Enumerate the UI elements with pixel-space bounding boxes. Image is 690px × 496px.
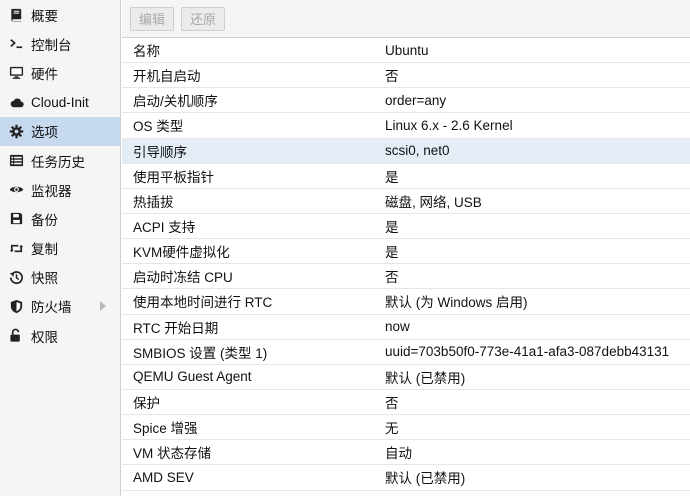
option-value: 否: [385, 69, 399, 85]
option-row[interactable]: 开机自启动 否: [122, 63, 690, 89]
option-row[interactable]: 使用平板指针 是: [122, 164, 690, 189]
option-value: order=any: [385, 92, 447, 108]
sidebar-item[interactable]: 备份: [0, 204, 120, 233]
option-value: 是: [385, 245, 399, 261]
option-name: RTC 开始日期: [133, 320, 219, 336]
shield-icon: [8, 298, 24, 314]
option-row[interactable]: VM 状态存储 自动: [122, 440, 690, 466]
option-name: 热插拔: [133, 194, 174, 210]
revert-button[interactable]: 还原: [181, 6, 226, 31]
option-name: 保护: [133, 396, 160, 412]
sidebar-item[interactable]: 快照: [0, 263, 120, 292]
option-value: scsi0, net0: [385, 143, 450, 159]
option-name: 使用平板指针: [133, 169, 214, 185]
option-row[interactable]: KVM硬件虚拟化 是: [122, 239, 690, 265]
option-name: 名称: [133, 44, 160, 60]
option-row[interactable]: 热插拔 磁盘, 网络, USB: [122, 189, 690, 214]
gear-icon: [8, 123, 24, 139]
option-row[interactable]: AMD SEV 默认 (已禁用): [122, 465, 690, 491]
option-value: 否: [385, 396, 399, 412]
option-value: Linux 6.x - 2.6 Kernel: [385, 117, 513, 133]
option-name: 启动/关机顺序: [133, 94, 218, 110]
option-row[interactable]: OS 类型 Linux 6.x - 2.6 Kernel: [122, 113, 690, 139]
list-icon: [8, 153, 24, 169]
sidebar: 概要控制台硬件 Cloud-Init 选项任务历史监视器备份复制快照防火墙权限: [0, 0, 121, 496]
option-name: Spice 增强: [133, 421, 198, 437]
option-row[interactable]: 名称 Ubuntu: [122, 38, 690, 64]
retweet-icon: [8, 240, 24, 256]
sidebar-item[interactable]: 控制台: [0, 29, 120, 58]
option-value: 是: [385, 169, 399, 185]
sidebar-item-label: 防火墙: [31, 300, 72, 316]
floppy-icon: [8, 211, 24, 227]
cloud-icon: [8, 94, 24, 110]
eye-icon: [8, 182, 24, 198]
option-row[interactable]: 使用本地时间进行 RTC 默认 (为 Windows 启用): [122, 289, 690, 315]
sidebar-item[interactable]: Cloud-Init: [0, 88, 120, 117]
option-name: KVM硬件虚拟化: [133, 245, 230, 261]
sidebar-item-label: Cloud-Init: [31, 94, 89, 110]
option-value: Ubuntu: [385, 42, 429, 58]
sidebar-item[interactable]: 概要: [0, 0, 120, 29]
option-row[interactable]: SMBIOS 设置 (类型 1) uuid=703b50f0-773e-41a1-…: [122, 340, 690, 365]
sidebar-item[interactable]: 硬件: [0, 58, 120, 87]
option-row[interactable]: RTC 开始日期 now: [122, 315, 690, 340]
option-name: OS 类型: [133, 119, 184, 135]
sidebar-item-label: 硬件: [31, 66, 58, 82]
option-value: 默认 (为 Windows 启用): [385, 295, 528, 311]
sidebar-item-label: 监视器: [31, 183, 72, 199]
option-value: 磁盘, 网络, USB: [385, 194, 482, 210]
option-row[interactable]: 引导顺序 scsi0, net0: [122, 138, 690, 164]
sidebar-item-label: 备份: [31, 212, 58, 228]
sidebar-item-label: 概要: [31, 8, 58, 24]
option-row[interactable]: 启动时冻结 CPU 否: [122, 264, 690, 290]
option-value: 默认 (已禁用): [385, 471, 466, 487]
expand-arrow-icon[interactable]: [100, 301, 106, 312]
sidebar-item-label: 选项: [31, 125, 58, 141]
option-name: 使用本地时间进行 RTC: [133, 295, 273, 311]
option-value: 自动: [385, 446, 412, 462]
option-row[interactable]: Spice 增强 无: [122, 415, 690, 441]
option-row[interactable]: QEMU Guest Agent 默认 (已禁用): [122, 365, 690, 390]
terminal-icon: [8, 36, 24, 52]
toolbar: 编辑 还原: [122, 0, 690, 38]
option-value: uuid=703b50f0-773e-41a1-afa3-087debb4313…: [385, 344, 670, 360]
option-row[interactable]: 启动/关机顺序 order=any: [122, 88, 690, 114]
option-row[interactable]: ACPI 支持 是: [122, 214, 690, 240]
sidebar-item[interactable]: 权限: [0, 321, 120, 350]
option-name: 开机自启动: [133, 69, 201, 85]
option-value: 无: [385, 421, 399, 437]
sidebar-item[interactable]: 任务历史: [0, 146, 120, 175]
sidebar-item[interactable]: 监视器: [0, 175, 120, 204]
sidebar-item-label: 控制台: [31, 37, 72, 53]
option-value: 默认 (已禁用): [385, 370, 466, 386]
option-name: QEMU Guest Agent: [133, 369, 252, 385]
sidebar-item[interactable]: 复制: [0, 234, 120, 263]
option-name: SMBIOS 设置 (类型 1): [133, 345, 268, 361]
desktop-icon: [8, 65, 24, 81]
sidebar-item-label: 快照: [31, 271, 58, 287]
option-value: 否: [385, 270, 399, 286]
option-name: VM 状态存储: [133, 446, 212, 462]
options-grid: 名称 Ubuntu 开机自启动否启动/关机顺序 order=any OS 类型 Linux…: [122, 38, 690, 491]
history-icon: [8, 269, 24, 285]
sidebar-item-label: 复制: [31, 242, 58, 258]
unlock-icon: [8, 328, 24, 344]
main-panel: 编辑 还原 名称 Ubuntu 开机自启动否启动/关机顺序 order=any OS 类…: [122, 0, 690, 496]
option-row[interactable]: 保护 否: [122, 390, 690, 416]
book-icon: [8, 7, 24, 23]
option-value: now: [385, 319, 410, 335]
sidebar-item-label: 权限: [31, 329, 58, 345]
option-name: 引导顺序: [133, 144, 187, 160]
option-value: 是: [385, 220, 399, 236]
option-name: ACPI 支持: [133, 220, 196, 236]
sidebar-item-label: 任务历史: [31, 154, 85, 170]
option-name: AMD SEV: [133, 469, 194, 485]
option-name: 启动时冻结 CPU: [133, 270, 233, 286]
edit-button[interactable]: 编辑: [130, 6, 175, 31]
sidebar-item[interactable]: 选项: [0, 116, 120, 146]
sidebar-item[interactable]: 防火墙: [0, 292, 120, 321]
